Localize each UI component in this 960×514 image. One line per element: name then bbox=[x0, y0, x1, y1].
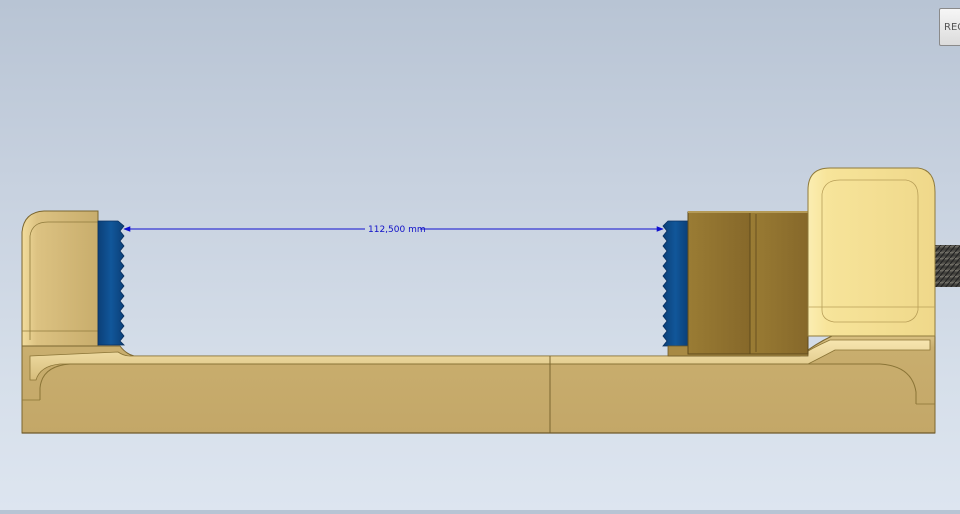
lead-screw bbox=[935, 245, 960, 287]
vise-model-view: 112,500 mm bbox=[21, 167, 960, 434]
sliding-jaw bbox=[667, 211, 809, 357]
corner-toolbar-button[interactable]: REC bbox=[939, 8, 960, 46]
fixed-jaw-plate bbox=[97, 220, 125, 346]
cad-viewport[interactable]: 112,500 mm REC bbox=[0, 0, 960, 510]
corner-button-label: REC bbox=[944, 22, 960, 33]
dimension-value[interactable]: 112,500 mm bbox=[368, 225, 426, 235]
moving-jaw-plate bbox=[662, 220, 689, 347]
dimension-annotation[interactable]: 112,500 mm bbox=[123, 225, 664, 235]
end-block bbox=[807, 167, 936, 337]
fixed-jaw-block bbox=[21, 210, 99, 347]
